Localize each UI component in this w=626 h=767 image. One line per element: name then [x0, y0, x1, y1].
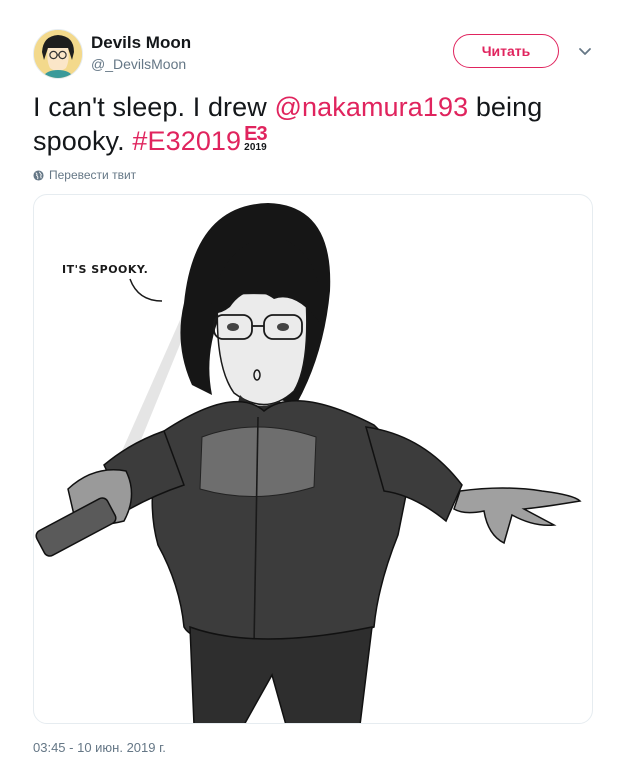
tweet-image[interactable]: IT'S SPOOKY. [33, 194, 593, 724]
user-name[interactable]: Devils Moon [91, 33, 191, 53]
avatar-image [34, 30, 82, 78]
avatar[interactable] [33, 29, 83, 79]
illustration-drawing [35, 203, 582, 723]
translate-tweet-link[interactable]: Перевести твит [33, 168, 136, 182]
hashflag-logo-text: E3 [244, 123, 267, 145]
hashflag-year-text: 2019 [244, 142, 267, 153]
user-handle[interactable]: @_DevilsMoon [91, 56, 186, 72]
tweet-timestamp[interactable]: 03:45 - 10 июн. 2019 г. [33, 740, 166, 755]
tweet-text-start: I can't sleep. I drew [33, 92, 275, 122]
hashtag-link[interactable]: #E32019 [132, 126, 241, 156]
translate-label: Перевести твит [49, 168, 137, 182]
tweet-text: I can't sleep. I drew @nakamura193 being… [33, 90, 593, 158]
globe-icon [33, 169, 44, 181]
hashflag-e3-icon: E3 2019 [242, 124, 276, 154]
chevron-down-icon[interactable] [577, 43, 593, 59]
tweet-card: Devils Moon @_DevilsMoon Читать I can't … [0, 0, 626, 767]
tweet-header: Devils Moon @_DevilsMoon Читать [33, 29, 595, 79]
mention-link[interactable]: @nakamura193 [274, 92, 468, 122]
follow-button[interactable]: Читать [453, 34, 559, 68]
